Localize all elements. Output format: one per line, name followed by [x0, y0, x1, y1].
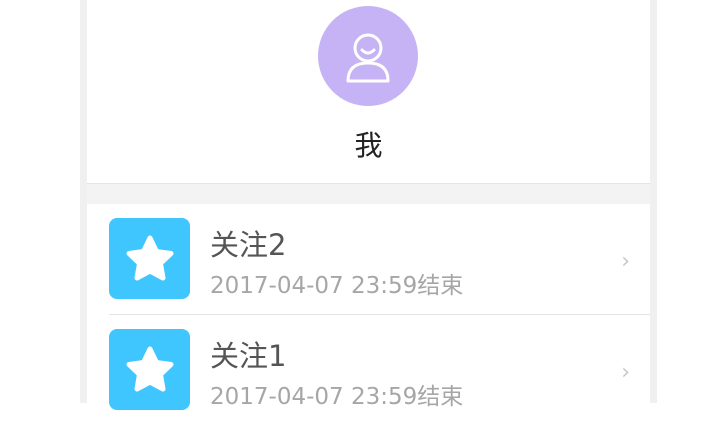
list-item[interactable]: 关注1 2017-04-07 23:59结束 ›	[87, 315, 650, 425]
follow-list: 关注2 2017-04-07 23:59结束 › 关注1 2017-04-07 …	[87, 204, 650, 410]
item-thumbnail	[109, 218, 190, 299]
user-icon	[346, 33, 390, 83]
profile-name: 我	[354, 129, 383, 162]
item-title: 关注1	[210, 339, 287, 373]
list-item[interactable]: 关注2 2017-04-07 23:59结束 ›	[87, 204, 650, 315]
item-subtitle: 2017-04-07 23:59结束	[210, 273, 464, 299]
chevron-right-icon: ›	[621, 360, 630, 385]
chevron-right-icon: ›	[621, 249, 630, 274]
item-title: 关注2	[210, 228, 287, 262]
frame-edge-right	[650, 0, 657, 403]
frame-edge-left	[80, 0, 87, 403]
profile-card: 我	[87, 0, 650, 184]
item-subtitle: 2017-04-07 23:59结束	[210, 384, 464, 410]
star-icon	[126, 346, 173, 391]
avatar[interactable]	[318, 6, 418, 106]
item-thumbnail	[109, 329, 190, 410]
star-icon	[126, 235, 173, 280]
